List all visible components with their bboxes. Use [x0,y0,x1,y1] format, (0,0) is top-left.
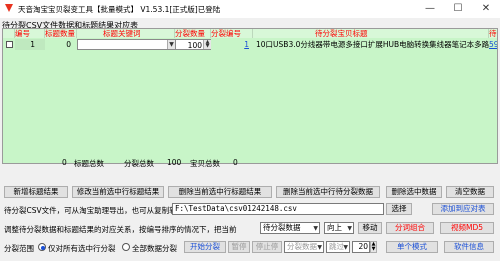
header-split-id[interactable]: 分裂编号 [211,29,253,38]
skip-select[interactable]: 跳过 ▼ [326,241,350,253]
cell-title-count: 0 [66,40,71,49]
count-stepper[interactable]: 20 [352,241,370,253]
summary-bar: 0 标题总数 分裂总数 100 宝贝总数 0 [2,158,498,168]
stepper-arrows-icon[interactable]: ▲ ▼ [203,40,211,49]
data-type-select[interactable]: 待分裂数据 ▼ [260,222,320,234]
adjust-label: 调整待分裂数据和标题结果的对应关系，按编号排序的情况下，把当前 [4,225,237,234]
header-link[interactable]: 待 [489,29,497,38]
stepper-arrows-icon[interactable]: ▲ ▼ [370,241,377,253]
word-combine-button[interactable]: 分词组合 [386,222,434,234]
header-title-count[interactable]: 标题数量 [45,29,77,38]
delete-title-button[interactable]: 删除当前选中行标题结果 [168,186,272,198]
maximize-button[interactable]: ☐ [444,0,472,18]
start-split-button[interactable]: 开始分裂 [184,241,226,253]
item-total-label: 宝贝总数 [190,159,220,168]
split-id-link[interactable]: 1 [211,39,251,50]
video-md5-button[interactable]: 视频MD5 [440,222,494,234]
software-info-button[interactable]: 软件信息 [444,241,494,253]
edit-title-button[interactable]: 修改当前选中行标题结果 [72,186,164,198]
chevron-down-icon: ▼ [313,225,318,232]
radio-selected-rows-label[interactable]: 仅对所有选中行分裂 [48,243,116,254]
keywords-dropdown[interactable] [77,39,175,50]
add-to-table-button[interactable]: 添加到应对表 [432,203,494,215]
radio-all-data[interactable] [122,243,130,251]
add-title-button[interactable]: 新增标题结果 [4,186,68,198]
header-index[interactable]: 编号 [15,29,45,38]
header-split-qty[interactable]: 分裂数量 [175,29,211,38]
app-logo-icon [5,4,13,12]
split-data-select-value: 分裂数据 [287,242,317,251]
csv-label: 待分裂CSV文件，可从淘宝助理导出，也可从复制软件下载 [4,206,200,215]
chevron-down-icon: ▼ [347,225,352,232]
title-total-label: 标题总数 [74,159,104,168]
split-total-label: 分裂总数 [124,159,154,168]
item-link[interactable]: 59 [489,39,497,50]
move-button[interactable]: 移动 [358,222,382,234]
row-checkbox[interactable] [6,41,13,48]
csv-path-input[interactable]: F:\TestData\csv01242148.csv [172,203,384,215]
cell-item-title: 10口USB3.0分线器带电源多接口扩展HUB电脑转换集线器笔记本多路 [256,40,489,49]
pause-button[interactable]: 暂停 [228,241,250,253]
minimize-button[interactable]: — [416,0,444,18]
split-data-select[interactable]: 分裂数据 ▼ [284,241,324,253]
delete-split-button[interactable]: 删除当前选中行待分裂数据 [276,186,380,198]
cell-index: 1 [15,39,45,50]
data-type-select-value: 待分裂数据 [263,223,301,232]
skip-select-value: 跳过 [329,242,344,251]
header-checkbox [3,29,15,38]
chevron-down-icon: ▼ [317,244,322,251]
data-grid[interactable]: 编号 标题数量 标题关键词 分裂数量 分裂编号 待分裂宝贝标题 待 1 0 ▼ … [2,28,498,164]
direction-select[interactable]: 向上 ▼ [324,222,354,234]
split-total-value: 100 [167,158,182,167]
window-title: 天音淘宝宝贝裂变工具【批量模式】 V1.53.1[正式版]已登陆 [18,5,221,14]
split-range-label: 分裂范围 [4,244,34,253]
direction-select-value: 向上 [327,223,342,232]
item-total-value: 0 [233,158,238,167]
title-bar: 天音淘宝宝贝裂变工具【批量模式】 V1.53.1[正式版]已登陆 — ☐ ✕ [0,0,500,18]
close-button[interactable]: ✕ [472,0,500,18]
header-item-title[interactable]: 待分裂宝贝标题 [253,29,489,38]
choose-file-button[interactable]: 选择 [386,203,412,215]
chevron-down-icon: ▼ [343,244,348,251]
chevron-down-icon[interactable]: ▼ [167,40,175,49]
title-total-value: 0 [62,158,67,167]
header-keywords[interactable]: 标题关键词 [77,29,175,38]
clear-data-button[interactable]: 清空数据 [446,186,494,198]
radio-selected-rows[interactable] [38,243,46,251]
radio-all-data-label[interactable]: 全部数据分裂 [132,243,177,254]
delete-selected-button[interactable]: 删除选中数据 [386,186,442,198]
single-mode-button[interactable]: 单个模式 [386,241,438,253]
stop-button[interactable]: 停止停 [252,241,282,253]
